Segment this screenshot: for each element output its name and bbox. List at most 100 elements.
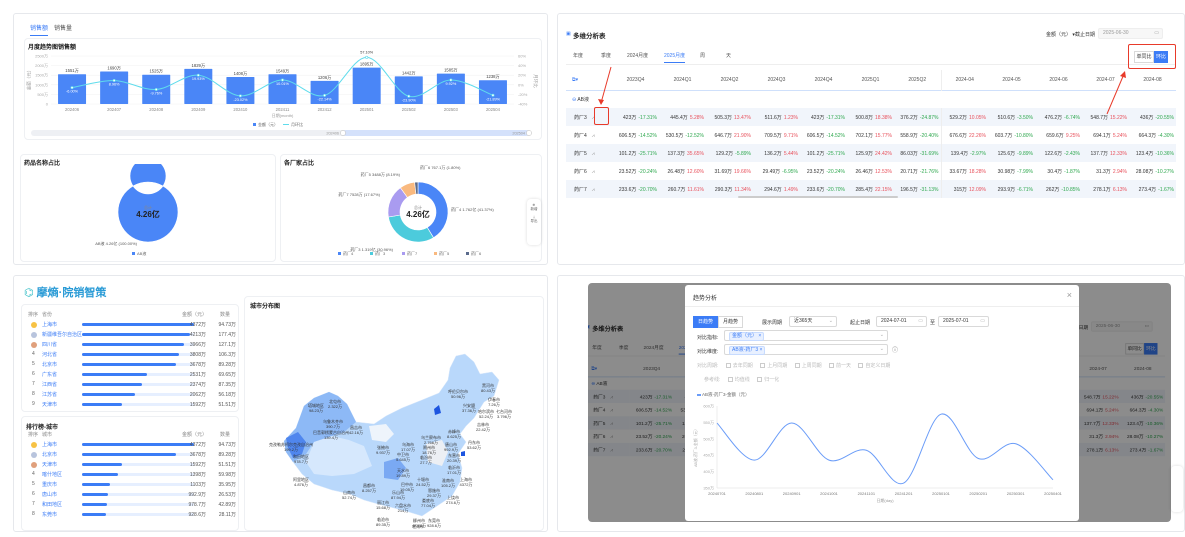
legend-label[interactable]: 药厂7 (407, 250, 418, 256)
checkbox[interactable] (760, 363, 766, 369)
remove-tag-icon[interactable]: × (760, 347, 763, 353)
legend-label[interactable]: 药厂4 (343, 250, 354, 256)
metric-multiselect[interactable]: 金额（元） × ⌄ (724, 330, 888, 341)
chevron-down-icon: ⌄ (828, 318, 833, 324)
city-value: 20.39万 (446, 457, 462, 463)
y-tick-label: 500万 (703, 436, 714, 441)
period-value: 近365天 (794, 318, 813, 324)
end-date-input[interactable]: 2025-07-01 ▭ (938, 316, 989, 327)
legend-swatch[interactable] (338, 252, 341, 255)
map-city-label: 昌都市 8.257万 (361, 483, 377, 493)
slider-end-label: 202504 (512, 132, 525, 136)
add-label[interactable]: 新增 (527, 207, 541, 212)
donut-slice[interactable] (117, 164, 179, 243)
remove-tag-icon[interactable]: × (758, 333, 761, 339)
city-value: 5.645万 (395, 456, 411, 462)
legend-label[interactable]: 药厂6 (471, 250, 482, 256)
checkbox[interactable] (858, 363, 864, 369)
map-city-label: 中卫市 5.645万 (395, 452, 411, 462)
city-value: 52.24万 (478, 413, 493, 419)
tab-sales-volume[interactable]: 销售量 (54, 23, 72, 32)
city-value: 7.26万 (488, 401, 500, 407)
trend-modal-panel: ▣多维分析表金额（元） ▾截止日期2025-06-30▭年度季度2024月度20… (557, 275, 1185, 532)
map-city-label: 哈尔滨市 52.24万 (478, 409, 494, 419)
mom-data-label: -6.00% (66, 90, 79, 94)
option-custom-date[interactable]: 自定义日期 (865, 363, 890, 369)
x-tick-label: 20241101 (858, 491, 876, 496)
calendar-icon: ▭ (918, 318, 923, 324)
export-label[interactable]: 导出 (527, 219, 541, 224)
mom-point (365, 55, 369, 59)
map-city-label: 张掖市 9.937万 (376, 445, 390, 455)
checkbox[interactable] (829, 363, 834, 369)
city-value: 139.4万 (323, 434, 338, 440)
donut-center-value: 4.26亿 (136, 209, 160, 219)
city-value: 3.796万 (496, 413, 511, 419)
legend-label[interactable]: 药厂5 (439, 250, 450, 256)
legend-swatch (697, 394, 701, 396)
option-last-month[interactable]: 上月同期 (767, 363, 787, 369)
dimension-multiselect[interactable]: AB液-药厂3 × ⌄ (724, 344, 888, 355)
tab-sales-amount[interactable]: 销售额 (30, 23, 49, 36)
city-value: 52.74万 (341, 494, 357, 500)
map-city-label: 乐山市 87.94万 (391, 490, 405, 500)
period-select[interactable]: 近365天 ⌄ (789, 316, 837, 327)
manufacturer-share-donut: 药厂4 1.762亿 (41.37%)药厂3 1.319亿 (30.96%)药厂… (338, 164, 494, 256)
legend-swatch[interactable] (132, 252, 135, 255)
legend-swatch[interactable] (466, 252, 469, 255)
legend-swatch[interactable] (370, 252, 373, 255)
city-name: 北海市 (412, 524, 424, 529)
monthly-trend-button[interactable]: 月趋势 (718, 316, 743, 328)
donut-slice[interactable] (388, 214, 434, 243)
option-normalize[interactable]: 归一化 (764, 377, 779, 383)
y-tick-label: 350万 (703, 486, 714, 491)
map-city-label: 上海市 4372万 (460, 477, 473, 487)
slice-label: 药厂3 1.319亿 (30.96%) (350, 246, 393, 252)
map-labels: 北屯市 2.322万 塔城地区 98.23万 乌鲁木齐市 390.7万 昌吉市 42.16万巴… (14, 276, 549, 533)
legend-label[interactable]: AB液 (137, 250, 146, 256)
legend-label: 金额（元） (258, 121, 278, 127)
zoom-slider-handle[interactable] (340, 130, 346, 136)
checkbox[interactable] (757, 377, 763, 383)
map-city-label: 乌兰察布市 2.766万 (421, 435, 441, 445)
city-value: 978.7万 (293, 458, 308, 464)
slider-start-label: 202406 (326, 132, 339, 136)
help-icon[interactable]: ⓘ (892, 345, 898, 354)
slice-label: AB液 4.26亿 (100.00%) (95, 240, 137, 246)
metric-tag[interactable]: 金额（元） × (729, 332, 765, 341)
reference-line-label: 参考线: (704, 377, 721, 383)
x-tick-label: 202407 (107, 107, 122, 112)
checkbox[interactable] (725, 363, 731, 369)
x-tick-label: 202504 (486, 107, 501, 112)
option-mean-line[interactable]: 均值线 (735, 377, 750, 383)
map-city-label: 临沧市 89.35万 (376, 517, 390, 527)
arrow-to-compare-toggle (1106, 73, 1125, 115)
mom-data-label: 8.96% (109, 82, 120, 86)
daily-trend-button[interactable]: 日趋势 (693, 316, 718, 328)
city-value: 8.257万 (361, 487, 377, 493)
option-previous-day[interactable]: 前一天 (836, 363, 851, 369)
checkbox[interactable] (794, 363, 800, 369)
dimension-tag[interactable]: AB液-药厂3 × (729, 346, 766, 355)
option-last-week[interactable]: 上周同期 (802, 363, 822, 369)
zoom-slider-range[interactable] (343, 130, 529, 136)
arrow-head (598, 99, 604, 105)
start-date-input[interactable]: 2024-07-01 ▭ (876, 316, 927, 327)
option-last-year[interactable]: 去年同期 (733, 363, 753, 369)
legend-swatch[interactable] (434, 252, 437, 255)
bar-data-label: 1206万 (318, 75, 332, 81)
zoom-slider-handle[interactable] (526, 130, 532, 136)
close-icon[interactable]: × (1067, 290, 1072, 300)
chevron-down-icon: ⌄ (879, 346, 884, 352)
checkbox[interactable] (727, 377, 733, 383)
slice-label: 药厂4 1.762亿 (41.37%) (451, 206, 494, 212)
sales-dashboard-panel: 销售额 销售量 月度趋势图销售额 金额（元） 月环比 0 500万 1000万 150… (13, 13, 548, 265)
map-city-label: 伊春市 7.26万 (488, 397, 500, 407)
multidim-table-panel: ▣ 多维分析表 金额（元） ▾ 截止日期 2025-06-30 ▭ 年度 季度 2024月度 20… (557, 13, 1185, 265)
legend-swatch[interactable] (402, 252, 405, 255)
legend-label[interactable]: 药厂3 (375, 250, 386, 256)
mom-data-label: -23.90% (402, 98, 417, 102)
x-tick-label: 20240901 (783, 491, 802, 496)
metric-label: 对比指标: (697, 335, 719, 341)
x-tick-label: 20240701 (708, 491, 727, 496)
